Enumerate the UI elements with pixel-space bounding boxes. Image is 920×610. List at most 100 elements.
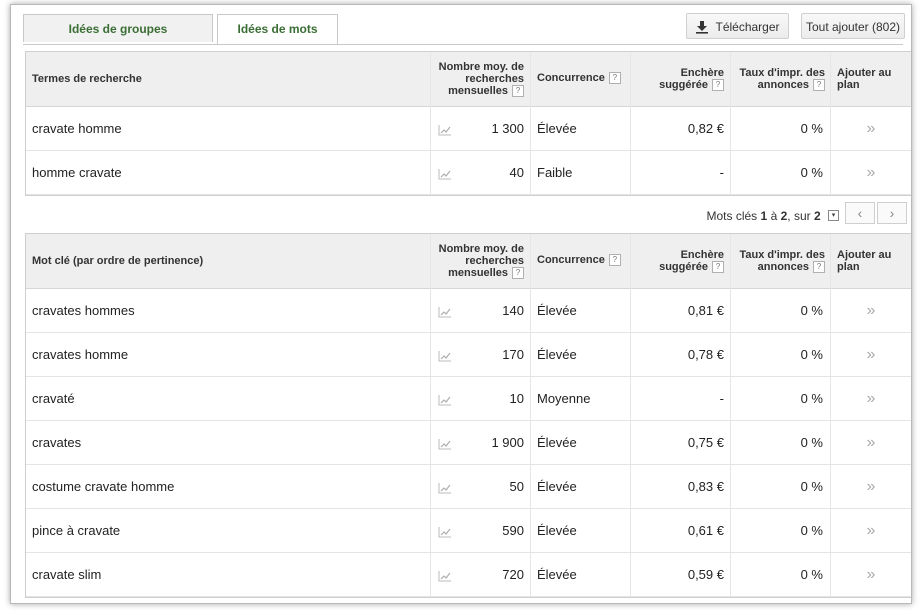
- header-volume[interactable]: Nombre moy. de recherches mensuelles?: [426, 243, 524, 280]
- trend-chart-icon[interactable]: [438, 289, 458, 332]
- add-to-plan-button[interactable]: »: [836, 465, 906, 508]
- pagination: Mots clés 1 à 2, sur 2 ▾ ‹ ›: [25, 198, 911, 238]
- suggested-bid: -: [719, 165, 724, 180]
- add-to-plan-button[interactable]: »: [836, 509, 906, 552]
- help-icon[interactable]: ?: [512, 85, 524, 98]
- header-competition[interactable]: Concurrence?: [537, 72, 621, 85]
- trend-chart-icon[interactable]: [438, 421, 458, 464]
- header-volume[interactable]: Nombre moy. de recherches mensuelles?: [426, 61, 524, 98]
- header-competition-label: Concurrence: [537, 254, 605, 266]
- impression-share: 0 %: [800, 523, 823, 538]
- pager-from: 1: [760, 209, 768, 223]
- keyword-text: cravate homme: [32, 121, 122, 136]
- competition-value: Faible: [537, 165, 573, 180]
- impression-share: 0 %: [800, 303, 823, 318]
- column-separator: [630, 52, 631, 195]
- trend-chart-icon[interactable]: [438, 151, 458, 194]
- trend-chart-icon-svg: [438, 482, 451, 494]
- impression-share: 0 %: [800, 391, 823, 406]
- monthly-searches: 720: [502, 567, 524, 582]
- prev-page-button[interactable]: ‹: [845, 202, 875, 224]
- trend-chart-icon[interactable]: [438, 377, 458, 420]
- column-separator: [530, 234, 531, 597]
- help-icon[interactable]: ?: [813, 79, 825, 92]
- help-icon[interactable]: ?: [608, 254, 621, 267]
- header-bid[interactable]: Enchère suggérée?: [644, 249, 724, 274]
- impression-share: 0 %: [800, 165, 823, 180]
- impression-share: 0 %: [800, 121, 823, 136]
- help-icon[interactable]: ?: [712, 261, 724, 274]
- pager-prefix: Mots clés: [706, 209, 758, 223]
- suggested-bid: 0,78 €: [687, 347, 724, 362]
- suggested-bid: 0,82 €: [687, 121, 724, 136]
- competition-value: Élevée: [537, 523, 577, 538]
- monthly-searches: 1 900: [491, 435, 524, 450]
- trend-chart-icon[interactable]: [438, 107, 458, 150]
- impression-share: 0 %: [800, 479, 823, 494]
- column-separator: [430, 234, 431, 597]
- trend-chart-icon-svg: [438, 526, 451, 538]
- competition-value: Élevée: [537, 347, 577, 362]
- download-icon: [696, 20, 709, 34]
- trend-chart-icon[interactable]: [438, 465, 458, 508]
- trend-chart-icon[interactable]: [438, 333, 458, 376]
- impression-share: 0 %: [800, 347, 823, 362]
- suggested-bid: 0,59 €: [687, 567, 724, 582]
- header-impression-rate[interactable]: Taux d'impr. des annonces?: [733, 67, 825, 92]
- add-to-plan-button[interactable]: »: [836, 107, 906, 150]
- table-body: cravates hommes 140 Élevée 0,81 €0 %» cravat…: [26, 289, 911, 597]
- trend-chart-icon-svg: [438, 438, 451, 450]
- table-row: cravates hommes 140 Élevée 0,81 € 0 % »: [26, 289, 911, 333]
- monthly-searches: 40: [509, 165, 524, 180]
- add-to-plan-button[interactable]: »: [836, 377, 906, 420]
- tab-keyword-ideas[interactable]: Idées de mots clés: [217, 14, 338, 64]
- competition-value: Élevée: [537, 435, 577, 450]
- pager-of: , sur: [787, 209, 811, 223]
- suggested-bid: 0,83 €: [687, 479, 724, 494]
- column-separator: [530, 52, 531, 195]
- download-label: Télécharger: [715, 20, 780, 34]
- add-to-plan-button[interactable]: »: [836, 151, 906, 194]
- trend-chart-icon-svg: [438, 124, 451, 136]
- trend-chart-icon[interactable]: [438, 509, 458, 552]
- column-separator: [730, 52, 731, 195]
- add-to-plan-button[interactable]: »: [836, 421, 906, 464]
- header-bid[interactable]: Enchère suggérée?: [644, 67, 724, 92]
- tab-ad-group-ideas[interactable]: Idées de groupes d'annonces: [23, 14, 213, 64]
- competition-value: Moyenne: [537, 391, 591, 406]
- add-all-button[interactable]: Tout ajouter (802): [801, 13, 905, 39]
- help-icon[interactable]: ?: [608, 72, 621, 85]
- table-row: cravate homme 1 300 Élevée 0,82 € 0 % »: [26, 107, 911, 151]
- keyword-text: costume cravate homme: [32, 479, 175, 494]
- table-row: costume cravate homme 50 Élevée 0,83 € 0 % »: [26, 465, 911, 509]
- pager-total: 2: [813, 209, 821, 223]
- table-row: pince à cravate 590 Élevée 0,61 € 0 % »: [26, 509, 911, 553]
- column-separator: [430, 52, 431, 195]
- table-row: homme cravate 40 Faible - 0 % »: [26, 151, 911, 195]
- add-to-plan-button[interactable]: »: [836, 553, 906, 596]
- suggested-bid: -: [719, 391, 724, 406]
- add-to-plan-button[interactable]: »: [836, 333, 906, 376]
- help-icon[interactable]: ?: [813, 261, 825, 274]
- trend-chart-icon-svg: [438, 570, 451, 582]
- trend-chart-icon-svg: [438, 306, 451, 318]
- column-separator: [830, 52, 831, 195]
- tab-divider: [23, 44, 903, 45]
- add-to-plan-button[interactable]: »: [836, 289, 906, 332]
- header-impression-rate[interactable]: Taux d'impr. des annonces?: [733, 249, 825, 274]
- suggested-bid: 0,75 €: [687, 435, 724, 450]
- rows-per-page-dropdown-icon[interactable]: ▾: [828, 210, 839, 222]
- next-page-button[interactable]: ›: [877, 202, 907, 224]
- help-icon[interactable]: ?: [712, 79, 724, 92]
- table-row: cravates homme 170 Élevée 0,78 € 0 % »: [26, 333, 911, 377]
- column-separator: [730, 234, 731, 597]
- monthly-searches: 10: [509, 391, 524, 406]
- trend-chart-icon[interactable]: [438, 553, 458, 596]
- help-icon[interactable]: ?: [512, 267, 524, 280]
- download-button[interactable]: Télécharger: [686, 13, 789, 39]
- keyword-planner-panel: Idées de groupes d'annonces Idées de mot…: [10, 4, 912, 604]
- suggested-bid: 0,81 €: [687, 303, 724, 318]
- search-terms-table: Termes de recherche Nombre moy. de reche…: [25, 51, 911, 196]
- column-separator: [630, 234, 631, 597]
- header-competition[interactable]: Concurrence?: [537, 254, 621, 267]
